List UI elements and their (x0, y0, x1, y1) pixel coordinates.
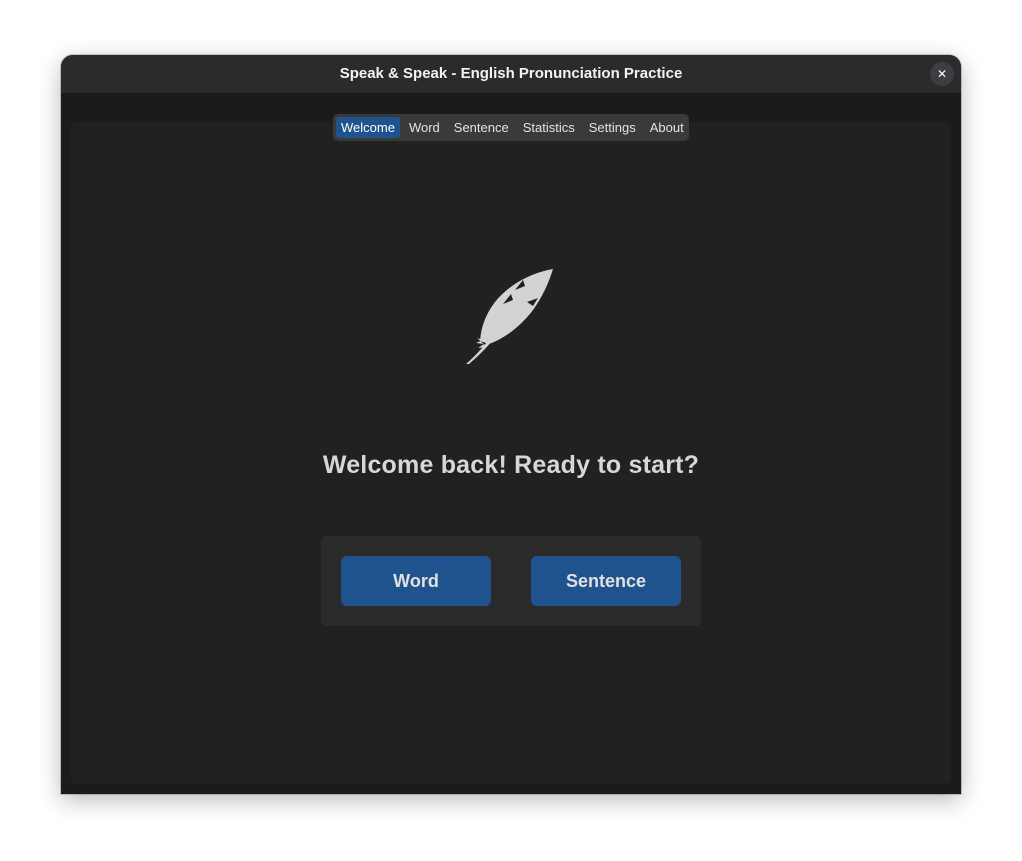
feather-icon (466, 269, 553, 364)
close-button[interactable]: ✕ (930, 62, 954, 86)
tab-bar: Welcome Word Sentence Statistics Setting… (333, 114, 689, 141)
tab-sentence[interactable]: Sentence (449, 117, 514, 138)
title-bar: Speak & Speak - English Pronunciation Pr… (61, 55, 961, 93)
window-title: Speak & Speak - English Pronunciation Pr… (339, 65, 683, 82)
sentence-button[interactable]: Sentence (531, 556, 681, 606)
tab-about[interactable]: About (645, 117, 689, 138)
app-window: Speak & Speak - English Pronunciation Pr… (61, 55, 961, 794)
tab-settings[interactable]: Settings (584, 117, 641, 138)
welcome-heading: Welcome back! Ready to start? (322, 451, 700, 479)
tab-welcome[interactable]: Welcome (336, 117, 400, 138)
tab-word[interactable]: Word (404, 117, 445, 138)
start-buttons-frame: Word Sentence (321, 536, 701, 626)
close-icon: ✕ (936, 67, 948, 81)
tab-statistics[interactable]: Statistics (518, 117, 580, 138)
word-button[interactable]: Word (341, 556, 491, 606)
